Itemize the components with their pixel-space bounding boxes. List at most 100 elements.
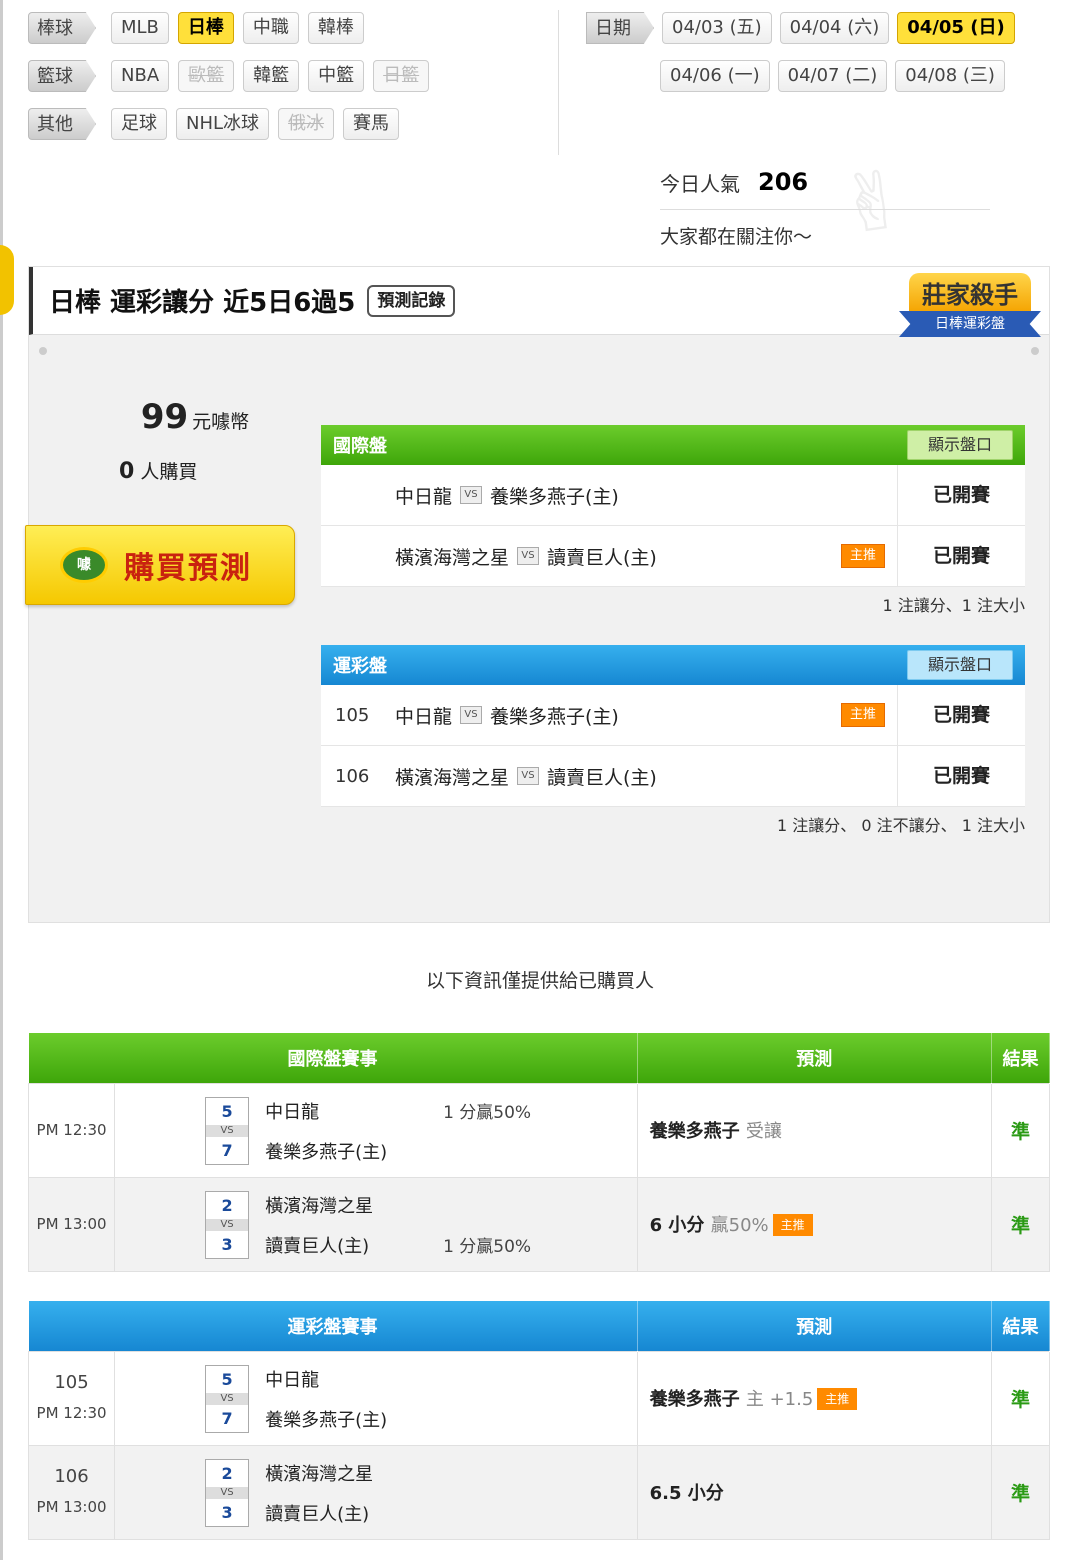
home-score: 7 [221, 1408, 233, 1428]
intl-market-title: 國際盤 [333, 436, 387, 457]
coin-icon: 噱 [60, 547, 108, 583]
category-tab[interactable]: NBA [111, 60, 170, 92]
table-row: PM 13:00 2 VS 3 橫濱海灣之星 讀賣巨人(主) 1 分贏50% 6 小分 贏50… [27, 1176, 1051, 1272]
category-tab[interactable]: MLB [111, 12, 169, 44]
table-row: 106 PM 13:00 2 VS 3 橫濱海灣之星 讀賣巨人(主) 6.5 小分 準 [27, 1444, 1051, 1540]
score-box: 2 VS 3 [205, 1458, 250, 1527]
score-box: 5 VS 7 [205, 1364, 250, 1433]
prediction-box: 日棒 運彩讓分 近5日6過5 預測記錄 莊家殺手 日棒運彩盤 99 元噱幣 0 人… [25, 266, 1050, 923]
result-cell: 準 [990, 1176, 1051, 1272]
intl-market-panel: 國際盤 顯示盤口 中日龍 VS 養樂多燕子(主) 已開賽 橫濱海灣之星 VS 讀賣巨人(主)… [321, 425, 1025, 625]
result-cell: 準 [990, 1350, 1051, 1446]
game-id: 106 [54, 1466, 89, 1487]
market-row: 106 橫濱海灣之星 VS 讀賣巨人(主) 已開賽 [321, 745, 1025, 807]
home-team: 養樂多燕子(主) [490, 705, 619, 728]
result-cell: 準 [990, 1444, 1051, 1540]
away-score: 5 [221, 1369, 233, 1389]
category-tab[interactable]: 日棒 [177, 12, 234, 44]
lottery-table-header-match: 運彩盤賽事 [28, 1301, 638, 1351]
date-tab[interactable]: 04/03 (五) [662, 12, 772, 44]
away-team: 中日龍 [395, 705, 453, 728]
away-score: 2 [221, 1463, 233, 1483]
prediction-header: 日棒 運彩讓分 近5日6過5 預測記錄 [29, 267, 1049, 335]
category-tab[interactable]: 足球 [111, 108, 167, 140]
score-box: 2 VS 3 [205, 1190, 250, 1259]
title-prefix: 日棒 運彩讓分 [49, 288, 215, 318]
pin-icon [39, 347, 47, 355]
category-tab[interactable]: NHL冰球 [176, 108, 270, 140]
table-row: PM 12:30 5 VS 7 中日龍 養樂多燕子(主) 1 分贏50% 養樂多燕子 受讓準 [27, 1082, 1051, 1178]
home-team: 養樂多燕子(主) [490, 485, 619, 508]
match-cell: 5 VS 7 中日龍 養樂多燕子(主) 1 分贏50% [114, 1082, 638, 1178]
home-score: 3 [221, 1502, 233, 1522]
vs-label: VS [206, 1218, 249, 1231]
buy-button-label: 購買預測 [124, 551, 252, 586]
category-tab[interactable]: 中籃 [308, 60, 365, 92]
home-team: 讀賣巨人(主) [547, 546, 657, 569]
team-2: 養樂多燕子(主) [265, 1141, 388, 1163]
game-status: 已開賽 [897, 745, 1025, 807]
vs-label: VS [206, 1124, 249, 1137]
home-score: 3 [221, 1234, 233, 1254]
intl-table-header-pred: 預測 [637, 1033, 992, 1083]
prediction-main: 6.5 小分 [649, 1483, 724, 1504]
date-tab[interactable]: 04/08 (三) [895, 60, 1005, 92]
intl-market-header: 國際盤 顯示盤口 [321, 425, 1025, 465]
intl-results-table: 國際盤賽事 預測 結果 PM 12:30 5 VS 7 中日龍 養樂多燕子(主) 1 分贏5… [27, 1033, 1051, 1272]
popularity-box: 今日人氣 206 大家都在關注你～ [660, 165, 990, 254]
game-time: PM 12:30 [36, 1404, 107, 1422]
match-cell: 2 VS 3 橫濱海灣之星 讀賣巨人(主) 1 分贏50% [114, 1176, 638, 1272]
category-label: 其他 [28, 108, 96, 140]
lottery-market-header: 運彩盤 顯示盤口 [321, 645, 1025, 685]
prediction-cell: 養樂多燕子 受讓 [636, 1082, 992, 1178]
intl-show-odds-button[interactable]: 顯示盤口 [906, 430, 1013, 460]
away-score: 2 [221, 1195, 233, 1215]
lottery-market-note: 1 注讓分、 0 注不讓分、 1 注大小 [777, 816, 1025, 835]
date-tab[interactable]: 04/06 (一) [660, 60, 770, 92]
intl-table-header-result: 結果 [991, 1033, 1051, 1083]
team-2: 讀賣巨人(主) [265, 1503, 370, 1525]
table-row: 105 PM 12:30 5 VS 7 中日龍 養樂多燕子(主) 養樂多燕子 主 +1.5 主推… [27, 1350, 1051, 1446]
category-tab[interactable]: 韓籃 [243, 60, 300, 92]
date-tab[interactable]: 04/04 (六) [779, 12, 890, 44]
lottery-show-odds-button[interactable]: 顯示盤口 [906, 650, 1013, 680]
handicap-result: 1 分贏50% [443, 1102, 532, 1123]
popularity-value: 206 [758, 168, 809, 196]
team-1: 中日龍 [265, 1369, 320, 1391]
prediction-sub: 贏50% [710, 1215, 769, 1236]
match-cell: 5 VS 7 中日龍 養樂多燕子(主) [114, 1350, 638, 1446]
prediction-record-button[interactable]: 預測記錄 [367, 284, 456, 317]
buy-prediction-button[interactable]: 噱 購買預測 [25, 525, 295, 605]
time-cell: 106 PM 13:00 [27, 1444, 116, 1540]
away-team: 中日龍 [395, 485, 453, 508]
info-text: 以下資訊僅提供給已購買人 [425, 970, 654, 992]
main-pick-badge: 主推 [772, 1214, 813, 1236]
lottery-market-rows: 105 中日龍 VS 養樂多燕子(主) 主推 已開賽 106 橫濱海灣之星 VS 讀賣巨人(主) 已… [321, 684, 1025, 807]
date-tab[interactable]: 04/05 (日) [897, 12, 1015, 44]
vs-label: VS [206, 1486, 249, 1499]
market-row: 105 中日龍 VS 養樂多燕子(主) 主推 已開賽 [321, 684, 1025, 746]
date-tab[interactable]: 04/07 (二) [777, 60, 888, 92]
matchup: 中日龍 VS 養樂多燕子(主) [395, 482, 897, 509]
category-tab[interactable]: 韓棒 [307, 12, 364, 44]
category-row-basketball: 籃球 NBA 歐籃 韓籃 中籃 日籃 [28, 60, 430, 92]
home-team: 讀賣巨人(主) [547, 766, 657, 789]
pin-icon [1031, 347, 1039, 355]
prediction-main: 養樂多燕子 [649, 1121, 740, 1142]
category-tab[interactable]: 中職 [242, 12, 299, 44]
date-label: 日期 [586, 12, 654, 44]
away-score: 5 [221, 1101, 233, 1121]
title-record: 近5日6過5 [223, 288, 356, 318]
left-decoration [0, 245, 14, 315]
page: 棒球 MLB 日棒 中職 韓棒 籃球 NBA 歐籃 韓籃 中籃 日籃 其他 足球 NHL冰球 俄冰 賽馬 … [0, 0, 1080, 1560]
category-tab[interactable]: 賽馬 [343, 108, 400, 140]
time-cell: 105 PM 12:30 [27, 1350, 116, 1446]
prediction-main: 養樂多燕子 [649, 1389, 740, 1410]
date-row-2: 04/06 (一) 04/07 (二) 04/08 (三) [586, 60, 1005, 92]
price-value: 99 [140, 397, 189, 437]
main-pick-badge: 主推 [817, 1388, 858, 1410]
game-status: 已開賽 [897, 525, 1025, 587]
lottery-table-header-result: 結果 [991, 1301, 1051, 1351]
category-tab: 俄冰 [278, 108, 335, 140]
date-pills-2: 04/06 (一) 04/07 (二) 04/08 (三) [660, 60, 1005, 92]
